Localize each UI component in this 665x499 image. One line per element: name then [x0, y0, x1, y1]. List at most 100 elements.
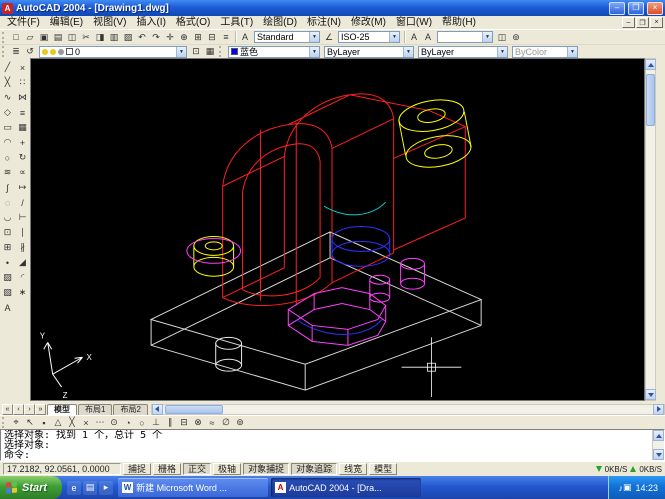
- quick-launch-icon-media-player[interactable]: ▸: [99, 480, 114, 495]
- modify-tool-fillet[interactable]: ◜: [16, 271, 29, 284]
- command-window[interactable]: 选择对象: 找到 1 个，总计 5 个 选择对象: 命令:: [0, 429, 665, 461]
- draw-tool-polyline[interactable]: ∿: [1, 91, 14, 104]
- modify-tool-extend[interactable]: ⊢: [16, 211, 29, 224]
- menu-item-file[interactable]: 文件(F): [2, 16, 45, 29]
- modify-tool-trim[interactable]: /: [16, 196, 29, 209]
- chevron-down-icon[interactable]: ▼: [389, 32, 399, 42]
- drawing-canvas[interactable]: Y X Z: [30, 58, 645, 401]
- status-toggle-grid[interactable]: 栅格: [153, 463, 182, 475]
- tab-nav-button-prev[interactable]: ‹: [13, 403, 24, 415]
- chevron-down-icon[interactable]: ▼: [403, 46, 413, 57]
- osnap-button-snap-to-perpendicular[interactable]: ⊥: [149, 416, 163, 429]
- toolbar-button-layer-previous[interactable]: ↺: [23, 45, 37, 58]
- draw-tool-spline[interactable]: ∫: [1, 181, 14, 194]
- tab-layout1[interactable]: 布局1: [78, 403, 113, 415]
- toolbar-button-new[interactable]: □: [9, 31, 23, 44]
- text-style-combo[interactable]: Standard ▼: [254, 31, 320, 43]
- osnap-button-snap-to-none[interactable]: ∅: [219, 416, 233, 429]
- draw-tool-circle[interactable]: ○: [1, 151, 14, 164]
- scroll-right-icon[interactable]: [653, 403, 664, 415]
- status-toggle-osnap[interactable]: 对象捕捉: [243, 463, 290, 475]
- osnap-button-snap-to-intersection[interactable]: ╳: [65, 416, 79, 429]
- toolbar-button-copy[interactable]: ◨: [93, 31, 107, 44]
- menu-item-edit[interactable]: 编辑(E): [45, 16, 88, 29]
- status-toggle-snap[interactable]: 捕捉: [123, 463, 152, 475]
- crosshair-cursor[interactable]: [401, 337, 462, 398]
- toolbar-button-save[interactable]: ▣: [37, 31, 51, 44]
- menu-item-format[interactable]: 格式(O): [171, 16, 215, 29]
- draw-tool-line[interactable]: ╱: [1, 61, 14, 74]
- draw-tool-make-block[interactable]: ⊞: [1, 241, 14, 254]
- modify-tool-move[interactable]: +: [16, 136, 29, 149]
- toolbar-button-plot-preview[interactable]: ◫: [65, 31, 79, 44]
- status-toggle-model[interactable]: 模型: [369, 463, 398, 475]
- command-prompt[interactable]: 命令:: [4, 451, 649, 461]
- text-button-dtext[interactable]: A: [421, 31, 435, 44]
- toolbar-button-paste[interactable]: ▥: [107, 31, 121, 44]
- menu-item-modify[interactable]: 修改(M): [346, 16, 391, 29]
- horizontal-scroll-thumb[interactable]: [164, 404, 223, 414]
- coordinates-readout[interactable]: 17.2182, 92.0561, 0.0000: [3, 463, 121, 475]
- modify-tool-copy-object[interactable]: ∷: [16, 76, 29, 89]
- modify-tool-offset[interactable]: ≡: [16, 106, 29, 119]
- osnap-button-snap-to-insert[interactable]: ⊟: [177, 416, 191, 429]
- draw-tool-polygon[interactable]: ◇: [1, 106, 14, 119]
- tab-model[interactable]: 模型: [47, 403, 77, 415]
- tab-nav-button-first[interactable]: «: [2, 403, 13, 415]
- draw-tool-point[interactable]: •: [1, 256, 14, 269]
- osnap-button-snap-to-nearest[interactable]: ≈: [205, 416, 219, 429]
- modify-tool-explode[interactable]: ∗: [16, 286, 29, 299]
- status-toggle-otrack[interactable]: 对象追踪: [291, 463, 338, 475]
- osnap-button-snap-to-tangent[interactable]: ○: [135, 416, 149, 429]
- toolbar-button-zoom-window[interactable]: ⊞: [191, 31, 205, 44]
- status-toggle-lineweight[interactable]: 线宽: [339, 463, 368, 475]
- osnap-button-snap-to-apparent-intersection[interactable]: ×: [79, 416, 93, 429]
- quick-launch-icon-show-desktop[interactable]: ▤: [83, 480, 98, 495]
- toolbar-button-plot[interactable]: ▤: [51, 31, 65, 44]
- toolbar-button-redo[interactable]: ↷: [149, 31, 163, 44]
- modify-tool-array[interactable]: ▦: [16, 121, 29, 134]
- minimize-button[interactable]: –: [609, 1, 625, 15]
- mdi-restore-button[interactable]: ❐: [636, 17, 649, 28]
- vertical-scrollbar[interactable]: [645, 58, 656, 401]
- modify-tool-scale[interactable]: ∝: [16, 166, 29, 179]
- taskbar-task-word[interactable]: W 新建 Microsoft Word ...: [118, 478, 269, 497]
- osnap-button-snap-to-parallel[interactable]: ∥: [163, 416, 177, 429]
- toolbar-button-zoom-previous[interactable]: ⊟: [205, 31, 219, 44]
- horizontal-scrollbar[interactable]: [150, 403, 665, 415]
- toolbar-button-open[interactable]: ▱: [23, 31, 37, 44]
- layer-combo[interactable]: 0 ▼: [39, 45, 187, 58]
- chevron-down-icon[interactable]: ▼: [309, 46, 319, 57]
- menu-item-dimension[interactable]: 标注(N): [302, 16, 346, 29]
- toolbar-button-pan[interactable]: ✛: [163, 31, 177, 44]
- taskbar-clock[interactable]: 14:23: [635, 483, 658, 493]
- vertical-scroll-thumb[interactable]: [646, 74, 655, 126]
- scroll-left-icon[interactable]: [151, 403, 163, 415]
- draw-tool-arc[interactable]: ◠: [1, 136, 14, 149]
- draw-tool-insert-block[interactable]: ⊡: [1, 226, 14, 239]
- linetype-combo[interactable]: ByLayer ▼: [324, 45, 414, 58]
- osnap-button-snap-to-midpoint[interactable]: △: [51, 416, 65, 429]
- start-button[interactable]: Start: [0, 476, 63, 499]
- tab-layout2[interactable]: 布局2: [113, 403, 148, 415]
- status-toggle-polar[interactable]: 极轴: [213, 463, 242, 475]
- toolbar-grip[interactable]: [219, 46, 223, 57]
- menu-item-tools[interactable]: 工具(T): [215, 16, 258, 29]
- toolbar-button-layer-properties-manager[interactable]: ≣: [9, 45, 23, 58]
- modify-tool-break-at-point[interactable]: ∣: [16, 226, 29, 239]
- draw-tool-multiline-text[interactable]: A: [1, 301, 14, 314]
- toolbar-button-3d-orbit[interactable]: ⊚: [509, 31, 523, 44]
- command-scrollbar[interactable]: [652, 430, 664, 460]
- draw-tool-hatch[interactable]: ▨: [1, 271, 14, 284]
- draw-tool-rectangle[interactable]: ▭: [1, 121, 14, 134]
- toolbar-button-zoom-realtime[interactable]: ⊕: [177, 31, 191, 44]
- menu-item-insert[interactable]: 插入(I): [131, 16, 170, 29]
- scroll-down-icon[interactable]: [653, 449, 664, 460]
- osnap-button-snap-to-quadrant[interactable]: ◔: [121, 416, 135, 429]
- chevron-down-icon[interactable]: ▼: [497, 46, 507, 57]
- osnap-button-snap-to-endpoint[interactable]: ▪: [37, 416, 51, 429]
- color-combo[interactable]: 蓝色 ▼: [228, 45, 320, 58]
- modify-tool-chamfer[interactable]: ◢: [16, 256, 29, 269]
- extra-style-combo[interactable]: ▼: [437, 31, 493, 43]
- toolbar-button-properties[interactable]: ≡: [219, 31, 233, 44]
